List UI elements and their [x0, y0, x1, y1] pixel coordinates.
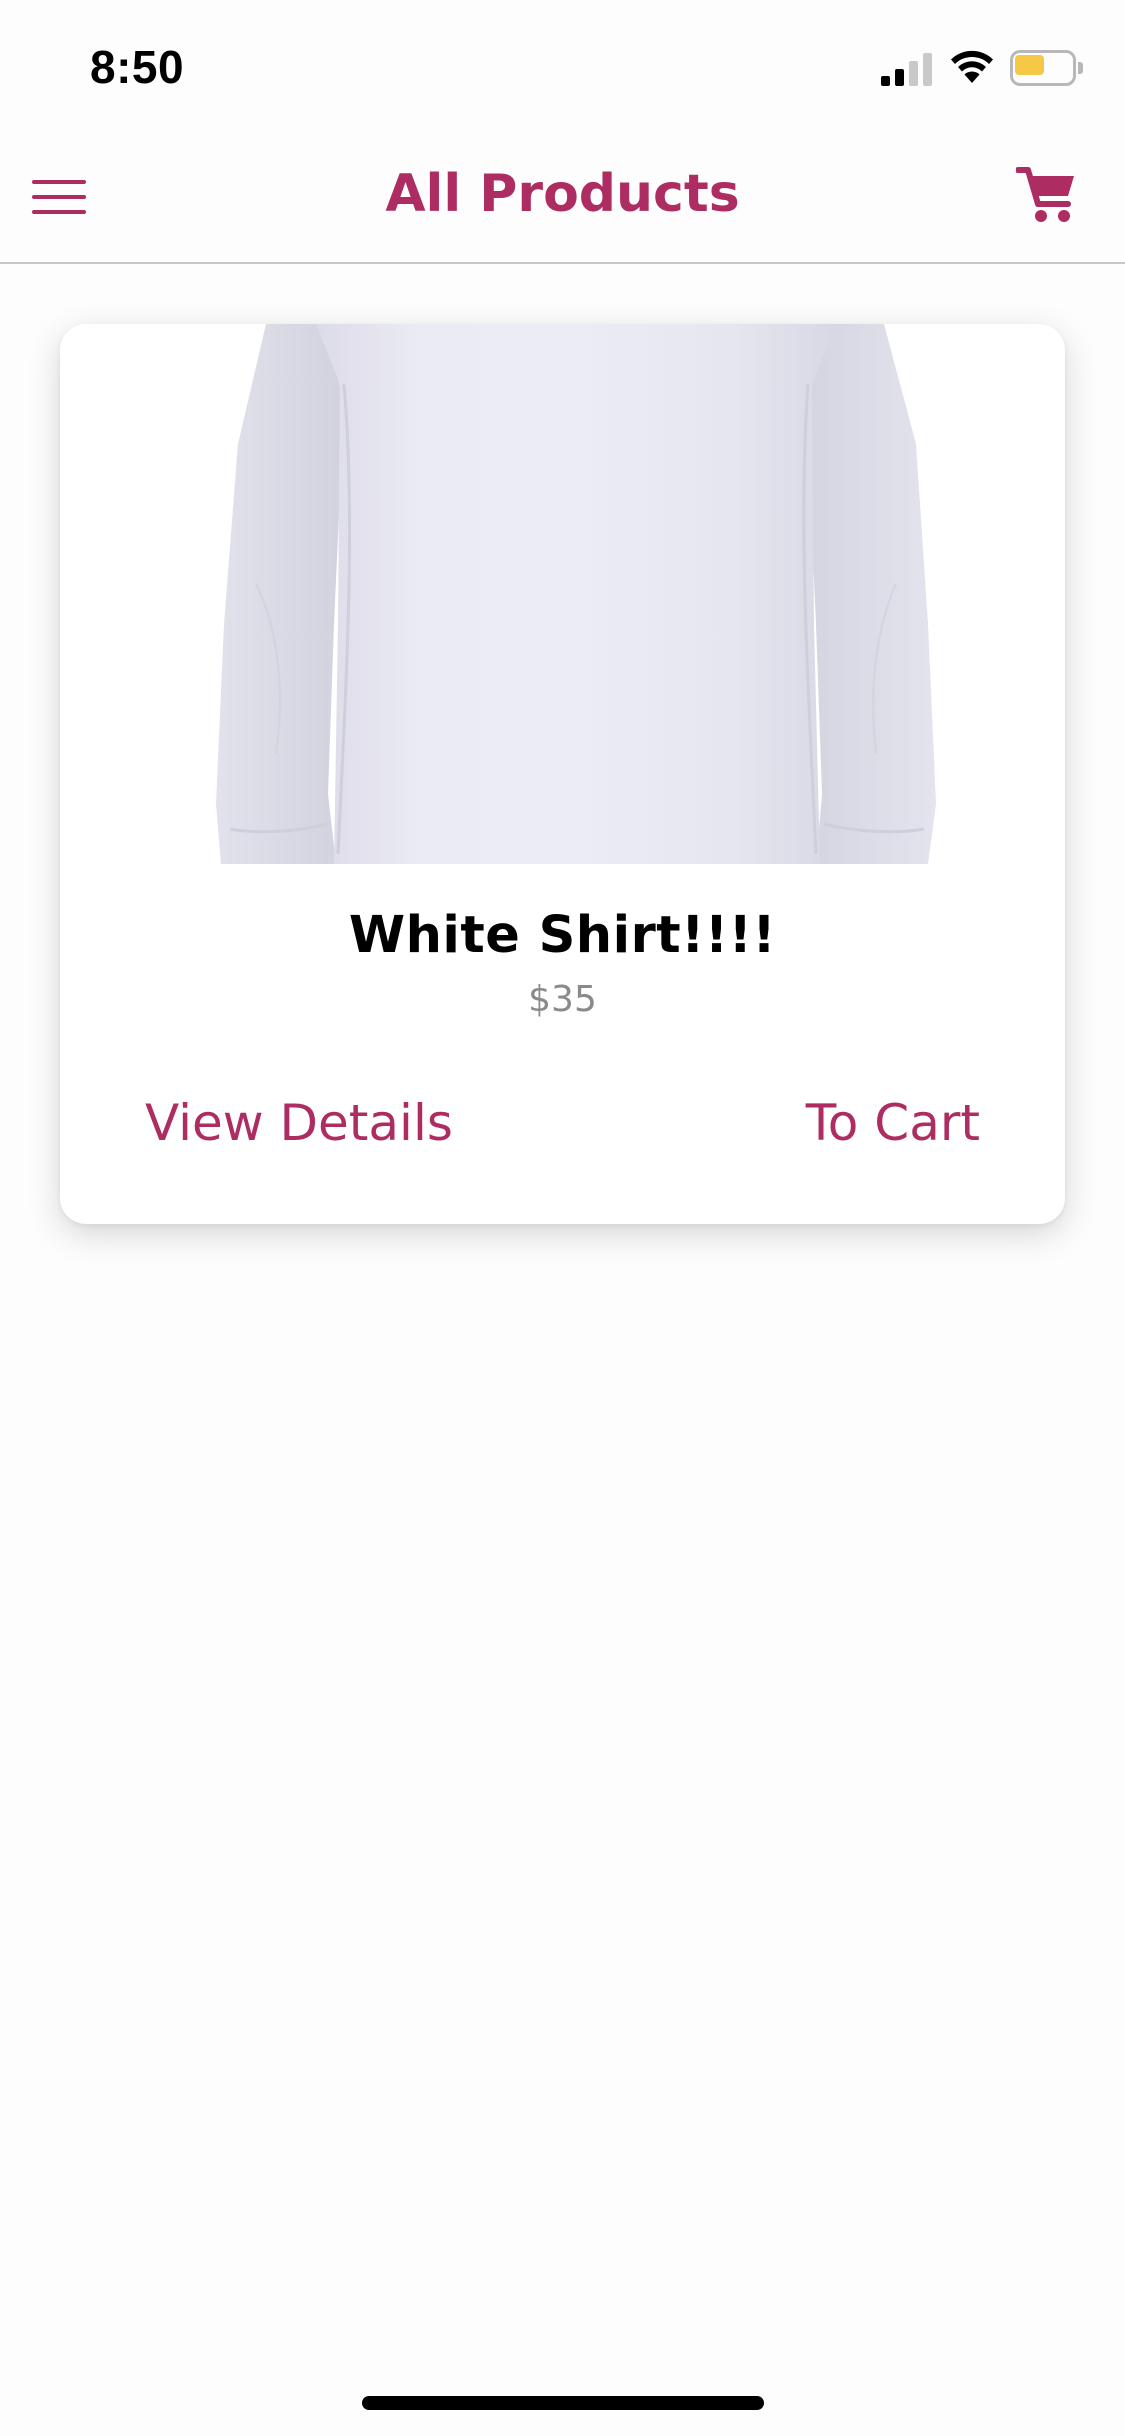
page-title: All Products [385, 164, 740, 224]
home-indicator[interactable] [362, 2396, 764, 2410]
product-price: $35 [528, 979, 597, 1020]
to-cart-button[interactable]: To Cart [806, 1094, 980, 1152]
battery-level [1015, 55, 1044, 75]
view-details-button[interactable]: View Details [145, 1094, 453, 1152]
shopping-cart-icon[interactable] [1016, 164, 1078, 226]
wifi-icon [951, 50, 993, 83]
cellular-signal-icon [881, 52, 935, 86]
status-bar: 8:50 [0, 0, 1125, 132]
navigation-bar: All Products [0, 132, 1125, 264]
product-card[interactable]: White Shirt!!!! $35 View Details To Cart [60, 324, 1065, 1224]
white-shirt-image[interactable] [216, 324, 936, 864]
battery-icon [1010, 50, 1083, 86]
status-time: 8:50 [90, 41, 185, 93]
product-name: White Shirt!!!! [348, 906, 777, 965]
